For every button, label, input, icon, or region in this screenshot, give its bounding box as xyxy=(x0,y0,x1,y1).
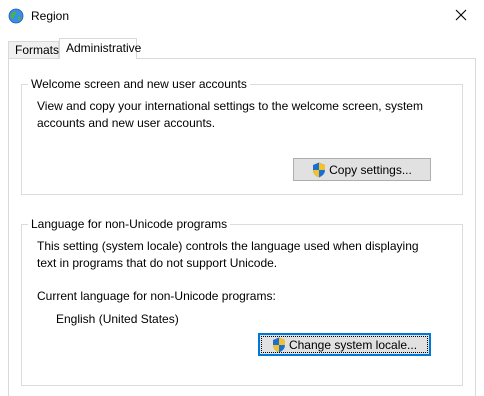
title-bar[interactable]: Region xyxy=(0,0,484,32)
non-unicode-description-line1: This setting (system locale) controls th… xyxy=(37,239,419,253)
tab-formats[interactable]: Formats xyxy=(8,41,59,58)
welcome-description-line1: View and copy your international setting… xyxy=(37,99,423,113)
copy-settings-button[interactable]: Copy settings... xyxy=(293,158,431,181)
shield-icon xyxy=(312,162,326,178)
globe-icon xyxy=(8,8,24,24)
current-language-label: Current language for non-Unicode program… xyxy=(37,289,276,303)
tab-formats-label: Formats xyxy=(15,43,60,57)
welcome-description-line2: accounts and new user accounts. xyxy=(37,116,216,130)
copy-settings-label: Copy settings... xyxy=(329,162,412,177)
close-icon xyxy=(455,9,467,24)
non-unicode-group: Language for non-Unicode programs This s… xyxy=(21,217,463,386)
region-dialog: Region Formats Administrative Welcome sc… xyxy=(0,0,484,396)
welcome-description: View and copy your international setting… xyxy=(37,98,423,132)
current-language-value: English (United States) xyxy=(56,312,179,326)
window-title: Region xyxy=(31,9,70,23)
close-button[interactable] xyxy=(438,0,484,32)
welcome-group-title: Welcome screen and new user accounts xyxy=(28,77,250,91)
welcome-screen-group: Welcome screen and new user accounts Vie… xyxy=(21,77,463,195)
tab-administrative-label: Administrative xyxy=(66,41,142,55)
tab-administrative[interactable]: Administrative xyxy=(59,38,141,59)
administrative-panel: Welcome screen and new user accounts Vie… xyxy=(8,58,476,396)
non-unicode-description: This setting (system locale) controls th… xyxy=(37,238,419,272)
non-unicode-description-line2: text in programs that do not support Uni… xyxy=(37,256,278,270)
change-system-locale-button[interactable]: Change system locale... xyxy=(258,333,431,356)
non-unicode-group-title: Language for non-Unicode programs xyxy=(28,217,231,231)
